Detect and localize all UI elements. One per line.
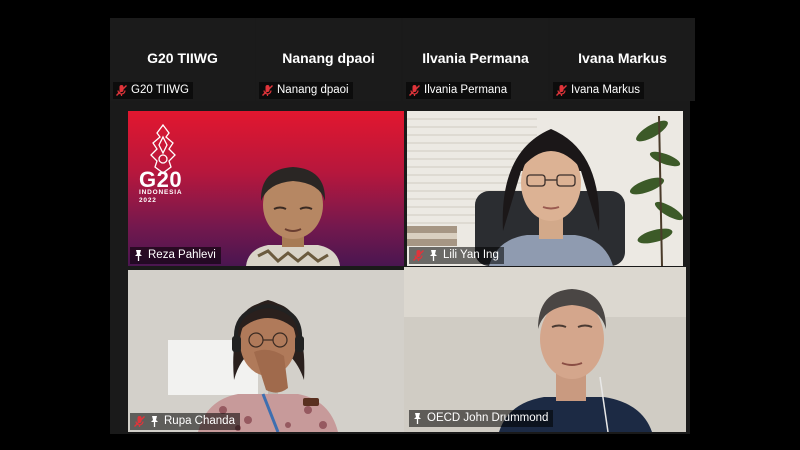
participant-label-text: OECD John Drummond	[427, 412, 549, 424]
participant-tile-ilvania-permana[interactable]: Ilvania Permana Ilvania Permana	[403, 18, 548, 101]
participant-tile-ivana-markus[interactable]: Ivana Markus Ivana Markus	[550, 18, 695, 101]
pin-icon	[412, 412, 423, 425]
participant-name: Nanang dpaoi	[282, 50, 375, 66]
participant-video-feed	[404, 267, 686, 432]
pin-icon	[149, 415, 160, 428]
participant-label: Lili Yan Ing	[409, 247, 504, 264]
participant-label-text: Nanang dpaoi	[277, 84, 349, 96]
video-tile-reza-pahlevi[interactable]: G20 INDONESIA 2022 Reza Pahlevi	[128, 111, 404, 266]
participant-name: G20 TIIWG	[147, 50, 218, 66]
mic-muted-icon	[133, 415, 146, 428]
participant-label: Rupa Chanda	[130, 413, 240, 430]
participant-label-text: Ivana Markus	[571, 84, 641, 96]
pin-icon	[428, 249, 439, 262]
pin-icon	[133, 249, 144, 262]
participant-label: Reza Pahlevi	[130, 247, 221, 264]
video-tile-rupa-chanda[interactable]: Rupa Chanda	[128, 270, 404, 432]
video-tile-lili-yan-ing[interactable]: Lili Yan Ing	[407, 111, 683, 266]
participant-label: G20 TIIWG	[113, 82, 193, 99]
g20-subtext-line1: INDONESIA	[139, 189, 183, 196]
participant-label-text: G20 TIIWG	[131, 84, 189, 96]
participant-label: Nanang dpaoi	[259, 82, 353, 99]
video-gallery: G20 TIIWG G20 TIIWG Nanang dpaoi Nanang …	[110, 18, 695, 434]
mic-muted-icon	[408, 84, 421, 97]
participant-label-text: Rupa Chanda	[164, 415, 235, 427]
g20-subtext-line2: 2022	[139, 197, 157, 204]
mic-muted-icon	[115, 84, 128, 97]
participant-label: Ilvania Permana	[406, 82, 512, 99]
video-tile-oecd-john-drummond[interactable]: OECD John Drummond	[404, 267, 686, 432]
g20-logo-subtext: INDONESIA 2022	[139, 189, 182, 205]
mic-muted-icon	[261, 84, 274, 97]
participant-label-text: Reza Pahlevi	[148, 249, 216, 261]
mic-muted-icon	[412, 249, 425, 262]
participant-tile-g20-tiiwg[interactable]: G20 TIIWG G20 TIIWG	[110, 18, 255, 101]
participant-label: OECD John Drummond	[409, 410, 554, 427]
participant-label: Ivana Markus	[553, 82, 645, 99]
participant-video-feed	[128, 270, 404, 432]
participant-video-feed	[246, 167, 340, 266]
participant-label-text: Lili Yan Ing	[443, 249, 499, 261]
participant-tile-nanang-dpaoi[interactable]: Nanang dpaoi Nanang dpaoi	[256, 18, 401, 101]
participant-name: Ivana Markus	[578, 50, 667, 66]
participant-label-text: Ilvania Permana	[424, 84, 508, 96]
participant-name: Ilvania Permana	[422, 50, 529, 66]
participant-video-feed	[407, 111, 683, 266]
mic-muted-icon	[555, 84, 568, 97]
